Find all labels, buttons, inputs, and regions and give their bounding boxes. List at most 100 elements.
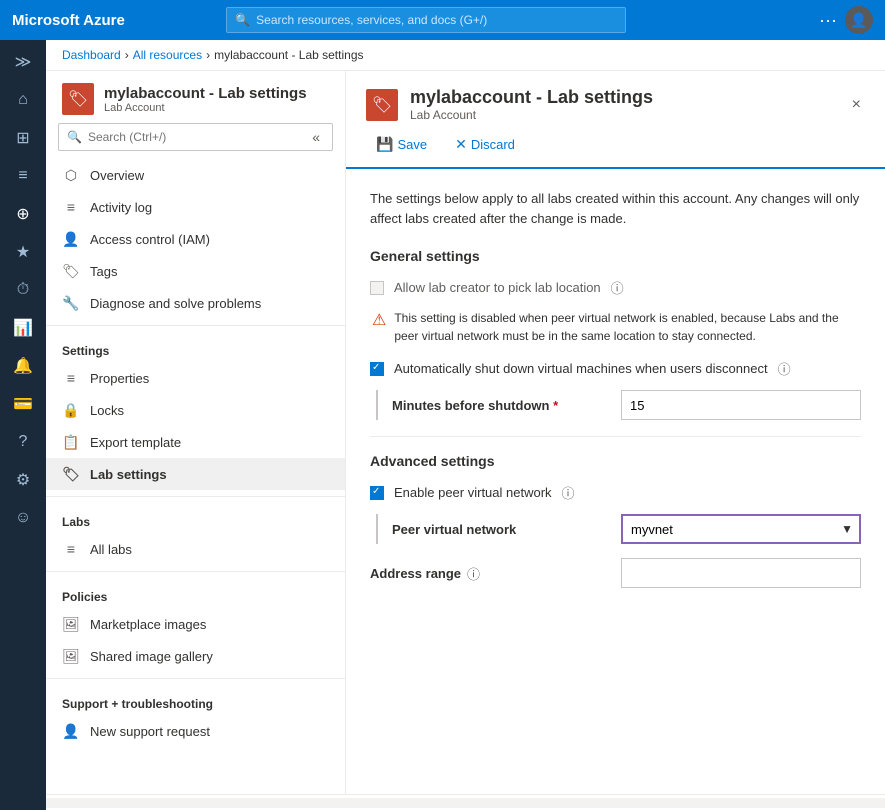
access-control-icon: 👤 — [62, 230, 80, 248]
locks-icon: 🔒 — [62, 401, 80, 419]
sidebar-item-marketplace-images[interactable]: 🖼 Marketplace images — [46, 608, 345, 640]
save-icon: 💾 — [376, 136, 393, 153]
sidebar-item-tags[interactable]: 🏷 Tags — [46, 255, 345, 287]
main-content: 🏷 mylabaccount - Lab settings Lab Accoun… — [346, 71, 885, 794]
rail-notifications-icon[interactable]: 🔔 — [5, 348, 41, 384]
sidebar-item-tags-label: Tags — [90, 264, 117, 279]
sidebar-item-access-control-label: Access control (IAM) — [90, 232, 210, 247]
sidebar-item-activity-log[interactable]: ≡ Activity log — [46, 191, 345, 223]
enable-peer-vnet-info-icon[interactable]: ⓘ — [562, 483, 575, 502]
overview-icon: ⬡ — [62, 166, 80, 184]
auto-shutdown-row: Automatically shut down virtual machines… — [370, 359, 861, 378]
rail-cost-icon[interactable]: 💳 — [5, 386, 41, 422]
topbar: Microsoft Azure 🔍 Search resources, serv… — [0, 0, 885, 40]
policies-section-label: Policies — [46, 578, 345, 608]
minutes-before-shutdown-input[interactable] — [621, 390, 861, 420]
enable-peer-vnet-checkbox[interactable] — [370, 486, 384, 500]
advanced-settings-title: Advanced settings — [370, 453, 861, 469]
auto-shutdown-info-icon[interactable]: ⓘ — [778, 359, 791, 378]
save-button[interactable]: 💾 Save — [366, 132, 437, 157]
discard-icon: ✕ — [455, 136, 467, 153]
sidebar-item-export-template[interactable]: 📋 Export template — [46, 426, 345, 458]
sidebar-item-new-support-request-label: New support request — [90, 724, 210, 739]
sidebar-item-diagnose[interactable]: 🔧 Diagnose and solve problems — [46, 287, 345, 319]
lab-settings-icon: 🏷 — [62, 465, 80, 483]
rail-favorites-icon[interactable]: ★ — [5, 234, 41, 270]
rail-feedback-icon[interactable]: ☺ — [5, 500, 41, 536]
sidebar-item-all-labs[interactable]: ≡ All labs — [46, 533, 345, 565]
rail-resource-groups-icon[interactable]: ≡ — [5, 158, 41, 194]
rail-monitor-icon[interactable]: 📊 — [5, 310, 41, 346]
search-placeholder: Search resources, services, and docs (G+… — [256, 13, 487, 27]
marketplace-images-icon: 🖼 — [62, 615, 80, 633]
sidebar-item-shared-image-gallery[interactable]: 🖼 Shared image gallery — [46, 640, 345, 672]
auto-shutdown-checkbox[interactable] — [370, 362, 384, 376]
panel-subtitle: Lab Account — [410, 108, 653, 122]
sidebar-resource-title: mylabaccount - Lab settings — [104, 85, 307, 102]
properties-icon: ≡ — [62, 369, 80, 387]
sidebar-item-locks[interactable]: 🔒 Locks — [46, 394, 345, 426]
allow-lab-creator-info-icon[interactable]: ⓘ — [611, 278, 624, 297]
rail-help-icon[interactable]: ? — [5, 424, 41, 460]
sidebar-search-icon: 🔍 — [67, 130, 82, 144]
breadcrumb-current: mylabaccount - Lab settings — [214, 48, 363, 62]
more-options-icon[interactable]: ··· — [819, 10, 837, 31]
allow-lab-creator-label: Allow lab creator to pick lab location — [394, 280, 601, 295]
sidebar-search-box[interactable]: 🔍 « — [58, 123, 333, 151]
address-range-info-icon[interactable]: ⓘ — [467, 564, 480, 583]
breadcrumb-dashboard[interactable]: Dashboard — [62, 48, 121, 62]
sidebar-item-properties-label: Properties — [90, 371, 149, 386]
search-icon: 🔍 — [235, 13, 250, 27]
breadcrumb-sep-1: › — [125, 48, 129, 62]
sidebar-header: 🏷 mylabaccount - Lab settings Lab Accoun… — [46, 71, 345, 123]
rail-expand-icon[interactable]: ≫ — [5, 44, 41, 80]
sidebar-item-overview-label: Overview — [90, 168, 144, 183]
activity-log-icon: ≡ — [62, 198, 80, 216]
rail-recent-icon[interactable]: ⏱ — [5, 272, 41, 308]
horizontal-scrollbar[interactable] — [46, 798, 885, 808]
breadcrumb: Dashboard › All resources › mylabaccount… — [46, 40, 885, 71]
allow-lab-creator-row: Allow lab creator to pick lab location ⓘ — [370, 278, 861, 297]
export-template-icon: 📋 — [62, 433, 80, 451]
auto-shutdown-label: Automatically shut down virtual machines… — [394, 361, 768, 376]
sidebar-item-locks-label: Locks — [90, 403, 124, 418]
rail-dashboard-icon[interactable]: ⊞ — [5, 120, 41, 156]
peer-vnet-select-wrapper: myvnet ▼ — [621, 514, 861, 544]
sidebar-item-marketplace-images-label: Marketplace images — [90, 617, 206, 632]
tags-icon: 🏷 — [62, 262, 80, 280]
global-search[interactable]: 🔍 Search resources, services, and docs (… — [226, 7, 626, 33]
sidebar-divider-1 — [46, 325, 345, 326]
sidebar-resource-subtitle: Lab Account — [104, 102, 307, 114]
general-settings-title: General settings — [370, 248, 861, 264]
sidebar-divider-4 — [46, 678, 345, 679]
all-labs-icon: ≡ — [62, 540, 80, 558]
brand-logo: Microsoft Azure — [12, 12, 125, 29]
rail-settings-icon[interactable]: ⚙ — [5, 462, 41, 498]
description-text: The settings below apply to all labs cre… — [370, 189, 861, 228]
discard-button[interactable]: ✕ Discard — [445, 132, 525, 157]
close-button[interactable]: × — [848, 92, 865, 118]
sidebar-item-properties[interactable]: ≡ Properties — [46, 362, 345, 394]
warning-triangle-icon: ⚠ — [372, 310, 386, 330]
sidebar-divider-3 — [46, 571, 345, 572]
peer-vnet-select[interactable]: myvnet — [621, 514, 861, 544]
sidebar-item-access-control[interactable]: 👤 Access control (IAM) — [46, 223, 345, 255]
topbar-right: ··· 👤 — [819, 6, 873, 34]
settings-section-label: Settings — [46, 332, 345, 362]
rail-home-icon[interactable]: ⌂ — [5, 82, 41, 118]
sidebar-item-overview[interactable]: ⬡ Overview — [46, 159, 345, 191]
sidebar-item-export-template-label: Export template — [90, 435, 181, 450]
address-range-input[interactable] — [621, 558, 861, 588]
warning-box: ⚠ This setting is disabled when peer vir… — [370, 309, 861, 345]
sidebar: 🏷 mylabaccount - Lab settings Lab Accoun… — [46, 71, 346, 794]
breadcrumb-all-resources[interactable]: All resources — [133, 48, 202, 62]
sidebar-search-input[interactable] — [88, 130, 302, 144]
user-avatar[interactable]: 👤 — [845, 6, 873, 34]
rail-all-resources-icon[interactable]: ⊕ — [5, 196, 41, 232]
support-section-label: Support + troubleshooting — [46, 685, 345, 715]
allow-lab-creator-checkbox[interactable] — [370, 281, 384, 295]
sidebar-item-new-support-request[interactable]: 👤 New support request — [46, 715, 345, 747]
sidebar-item-lab-settings[interactable]: 🏷 Lab settings — [46, 458, 345, 490]
peer-vnet-label: Peer virtual network — [392, 522, 516, 537]
sidebar-collapse-btn[interactable]: « — [308, 127, 324, 147]
